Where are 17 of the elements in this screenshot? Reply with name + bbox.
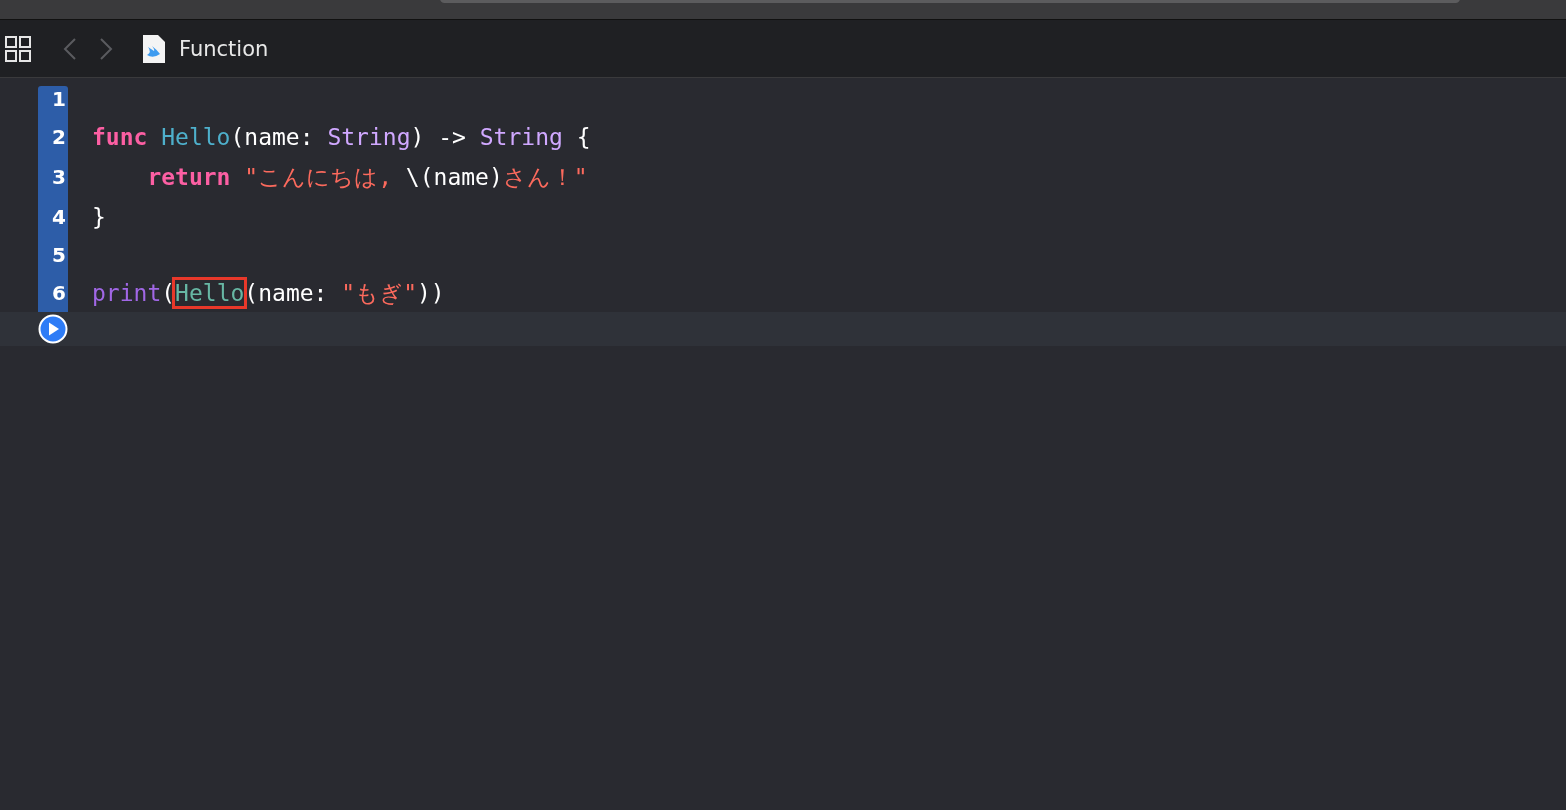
- play-icon[interactable]: [38, 314, 68, 344]
- related-items-icon[interactable]: [5, 35, 31, 62]
- code-line: return "こんにちは, \(name)さん！": [147, 162, 588, 192]
- line-number: 4: [51, 205, 67, 229]
- file-title[interactable]: Function: [179, 36, 269, 61]
- line-number: 6: [51, 281, 67, 305]
- code-line: func Hello(name: String) -> String {: [92, 124, 591, 150]
- forward-icon[interactable]: [99, 36, 113, 61]
- line-number: 3: [51, 165, 67, 189]
- line-number: 2: [51, 125, 67, 149]
- line-number: 5: [51, 243, 67, 267]
- code-line: print(Hello(name: "もぎ")): [92, 277, 445, 309]
- highlighted-token: Hello: [175, 279, 245, 306]
- swift-file-icon: [143, 34, 165, 63]
- code-line: }: [92, 204, 106, 230]
- back-icon[interactable]: [63, 36, 77, 61]
- line-number: 1: [51, 87, 67, 111]
